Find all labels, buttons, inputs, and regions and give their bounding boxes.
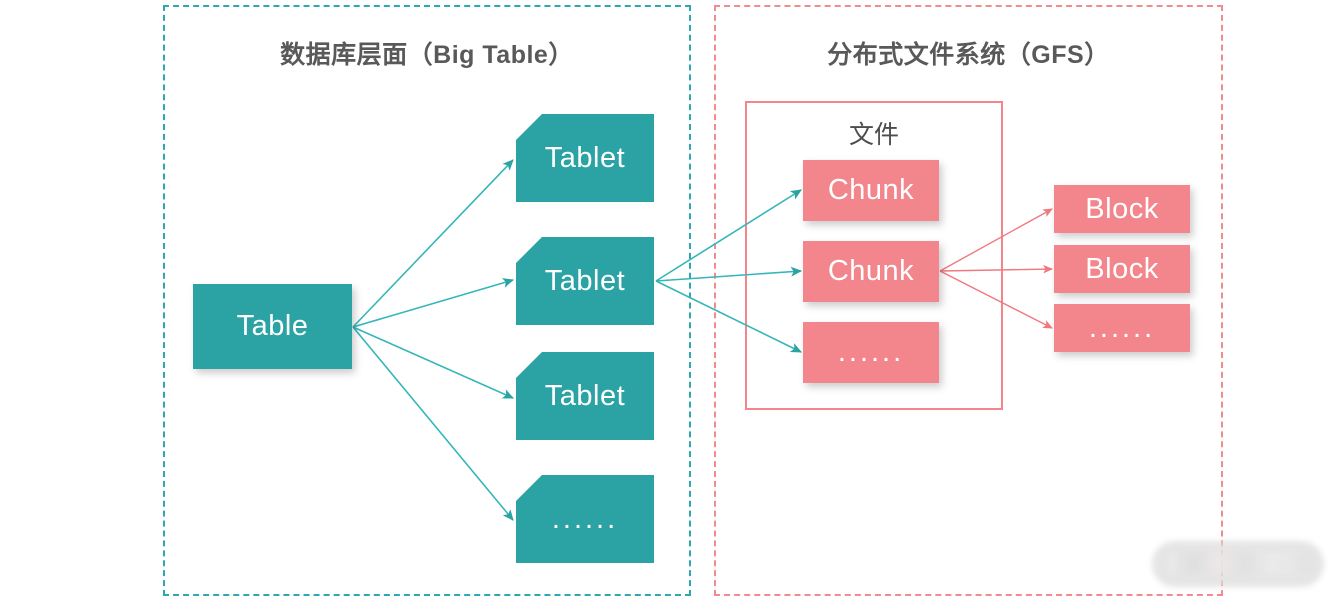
node-tablet-2[interactable]: Tablet [516,237,654,325]
node-tablet-ellipsis-label: ...... [551,502,619,535]
node-chunk-1-label: Chunk [827,174,915,206]
file-container-label: 文件 [848,121,899,149]
node-tablet-1[interactable]: Tablet [516,114,654,202]
diagram-canvas: 数据库层面（Big Table） 分布式文件系统（GFS） 文件 Table T… [0,0,1333,608]
node-tablet-1-label: Tablet [544,141,626,174]
panel-gfs-title: 分布式文件系统（GFS） [827,41,1110,69]
node-block-ellipsis[interactable]: ...... [1054,304,1190,352]
node-table[interactable]: Table [193,284,352,369]
node-tablet-2-label: Tablet [544,264,626,297]
node-chunk-2-label: Chunk [827,255,915,287]
node-block-2[interactable]: Block [1054,245,1190,293]
node-block-1[interactable]: Block [1054,185,1190,233]
panel-big-table-title: 数据库层面（Big Table） [280,41,574,69]
node-block-ellipsis-label: ...... [1088,311,1156,344]
watermark-text-blur [1168,552,1310,574]
node-chunk-ellipsis[interactable]: ...... [803,322,939,383]
node-table-label: Table [236,310,309,342]
node-tablet-ellipsis[interactable]: ...... [516,475,654,563]
node-chunk-1[interactable]: Chunk [803,160,939,221]
node-tablet-3-label: Tablet [544,379,626,412]
node-chunk-2[interactable]: Chunk [803,241,939,302]
node-block-1-label: Block [1085,192,1159,225]
node-tablet-3[interactable]: Tablet [516,352,654,440]
node-chunk-ellipsis-label: ...... [837,336,905,368]
node-block-2-label: Block [1085,252,1159,285]
